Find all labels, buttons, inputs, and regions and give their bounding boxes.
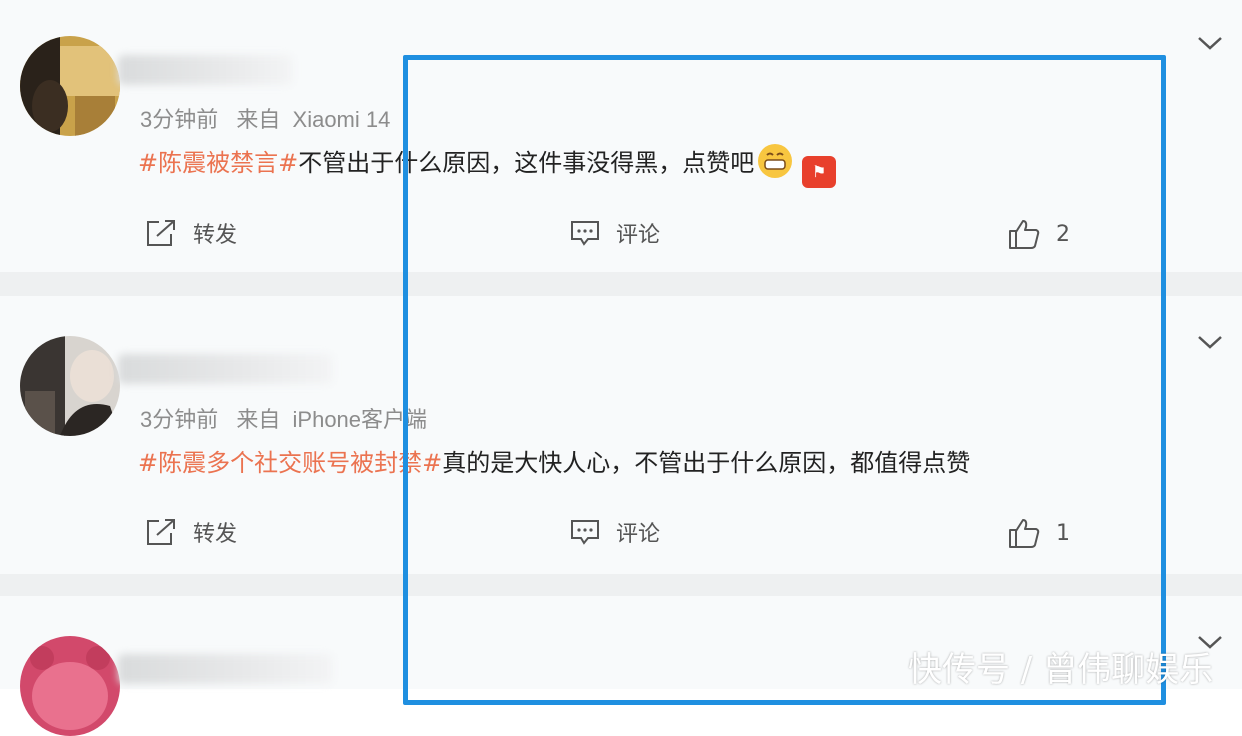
repost-button[interactable]: 转发 xyxy=(145,516,237,548)
chevron-down-icon[interactable] xyxy=(1196,33,1224,53)
topic-link[interactable]: #陈震多个社交账号被封禁# xyxy=(138,449,442,477)
source-prefix: 来自 xyxy=(236,107,281,132)
post-meta: 3分钟前 来自 iPhone客户端 xyxy=(140,402,427,434)
topic-link[interactable]: #陈震被禁言# xyxy=(138,149,298,177)
repost-icon xyxy=(147,519,175,545)
source-prefix: 来自 xyxy=(236,407,281,432)
post-source: Xiaomi 14 xyxy=(292,107,391,132)
username-blurred[interactable] xyxy=(118,654,333,684)
repost-icon xyxy=(147,220,175,246)
post-time: 3分钟前 xyxy=(140,407,219,432)
repost-label: 转发 xyxy=(193,522,238,547)
repost-button[interactable]: 转发 xyxy=(145,217,237,249)
repost-label: 转发 xyxy=(193,223,238,248)
highlight-overlay-box xyxy=(403,55,1166,705)
username-blurred[interactable] xyxy=(118,354,333,384)
post-meta: 3分钟前 来自 Xiaomi 14 xyxy=(140,102,390,134)
avatar[interactable] xyxy=(20,336,120,436)
chevron-down-icon[interactable] xyxy=(1196,332,1224,352)
watermark: 快传号 / 曾伟聊娱乐 xyxy=(908,650,1214,690)
username-blurred[interactable] xyxy=(118,55,293,85)
post-time: 3分钟前 xyxy=(140,107,219,132)
avatar[interactable] xyxy=(20,636,120,736)
avatar[interactable] xyxy=(20,36,120,136)
